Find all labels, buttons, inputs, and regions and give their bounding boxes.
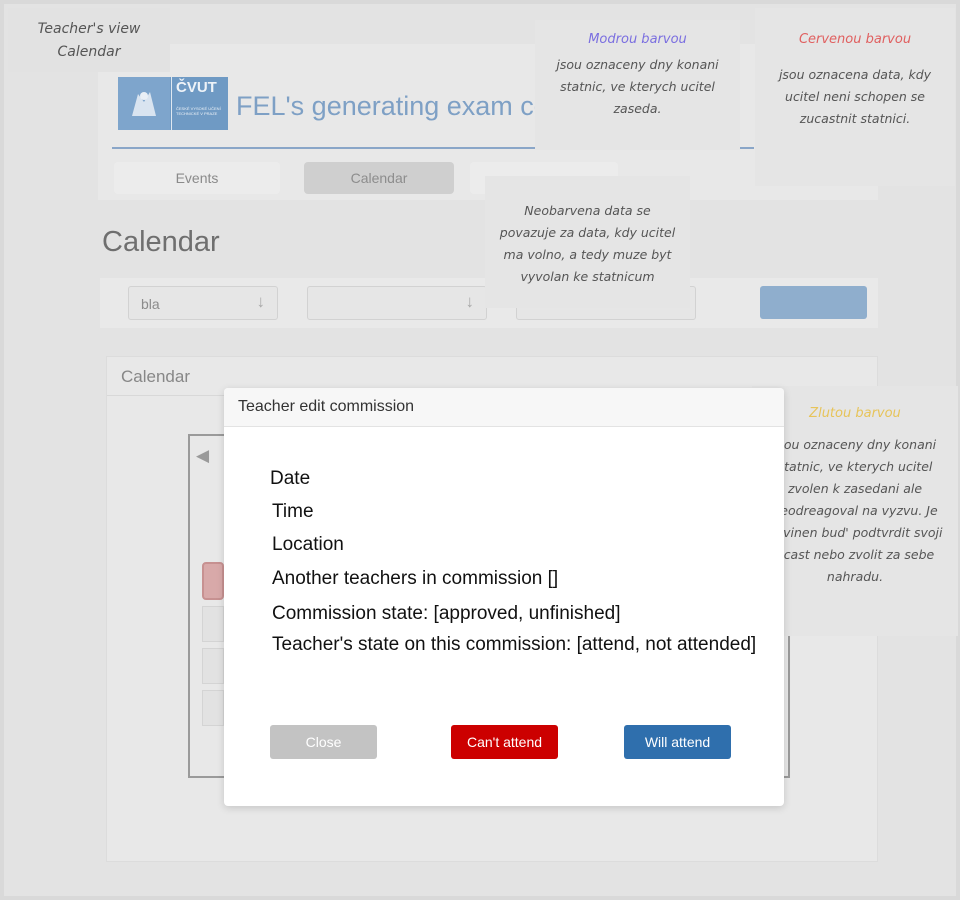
prev-month-icon[interactable]: ◀ <box>196 446 209 466</box>
note-blue-text: jsou oznaceny dny konani statnic, ve kte… <box>556 57 719 116</box>
arrow-down-icon: ↓ <box>256 292 266 311</box>
filter-select-2[interactable]: ↓ <box>307 286 487 320</box>
cant-attend-button[interactable]: Can't attend <box>451 725 558 759</box>
page-title: Calendar <box>102 226 220 258</box>
calendar-day-unavailable[interactable] <box>202 562 224 600</box>
note-uncolored-text: Neobarvena data se povazuje za data, kdy… <box>499 203 676 284</box>
arrow-down-icon: ↓ <box>465 292 475 311</box>
note-teacher-view-line2: Calendar <box>57 44 121 60</box>
tab-calendar[interactable]: Calendar <box>304 162 454 194</box>
calendar-day[interactable] <box>202 606 224 642</box>
note-teacher-view: Teacher's view Calendar <box>8 8 170 72</box>
note-blue: Modrou barvou jsou oznaceny dny konani s… <box>535 20 740 150</box>
calendar-panel-title: Calendar <box>121 367 190 386</box>
field-other-teachers: Another teachers in commission [] <box>272 568 559 589</box>
cvut-logo: ČVUT ČESKÉ VYSOKÉ UČENÍ TECHNICKÉ V PRAZ… <box>118 77 228 130</box>
note-red-title: Cervenou barvou <box>798 32 912 47</box>
note-red-text: jsou oznacena data, kdy ucitel neni scho… <box>778 67 932 126</box>
filter-select-1[interactable]: bla ↓ <box>128 286 278 320</box>
note-teacher-view-line1: Teacher's view <box>37 21 141 37</box>
filter-select-1-value: bla <box>141 296 160 312</box>
logo-text: ČVUT <box>176 79 217 96</box>
field-time: Time <box>272 501 314 522</box>
filter-submit-button[interactable] <box>760 286 867 319</box>
note-uncolored: Neobarvena data se povazuje za data, kdy… <box>485 176 690 308</box>
lion-icon <box>118 77 170 130</box>
field-date: Date <box>270 468 311 489</box>
logo-subtext: ČESKÉ VYSOKÉ UČENÍ TECHNICKÉ V PRAZE <box>176 106 221 116</box>
close-button[interactable]: Close <box>270 725 377 759</box>
calendar-day[interactable] <box>202 690 224 726</box>
field-commission-state: Commission state: [approved, unfinished] <box>272 603 621 624</box>
tab-events[interactable]: Events <box>114 162 280 194</box>
field-location: Location <box>272 534 344 555</box>
app-title: FEL's generating exam co <box>236 91 549 121</box>
note-yellow-text: jsou oznaceny dny konani statnic, ve kte… <box>767 437 943 584</box>
field-teacher-state: Teacher's state on this commission: [att… <box>272 634 757 655</box>
note-blue-title: Modrou barvou <box>588 32 687 47</box>
will-attend-button[interactable]: Will attend <box>624 725 731 759</box>
modal-header: Teacher edit commission <box>224 388 784 427</box>
modal-title: Teacher edit commission <box>238 398 415 415</box>
note-red: Cervenou barvou jsou oznacena data, kdy … <box>755 8 955 186</box>
logo-divider <box>171 77 172 130</box>
calendar-day[interactable] <box>202 648 224 684</box>
